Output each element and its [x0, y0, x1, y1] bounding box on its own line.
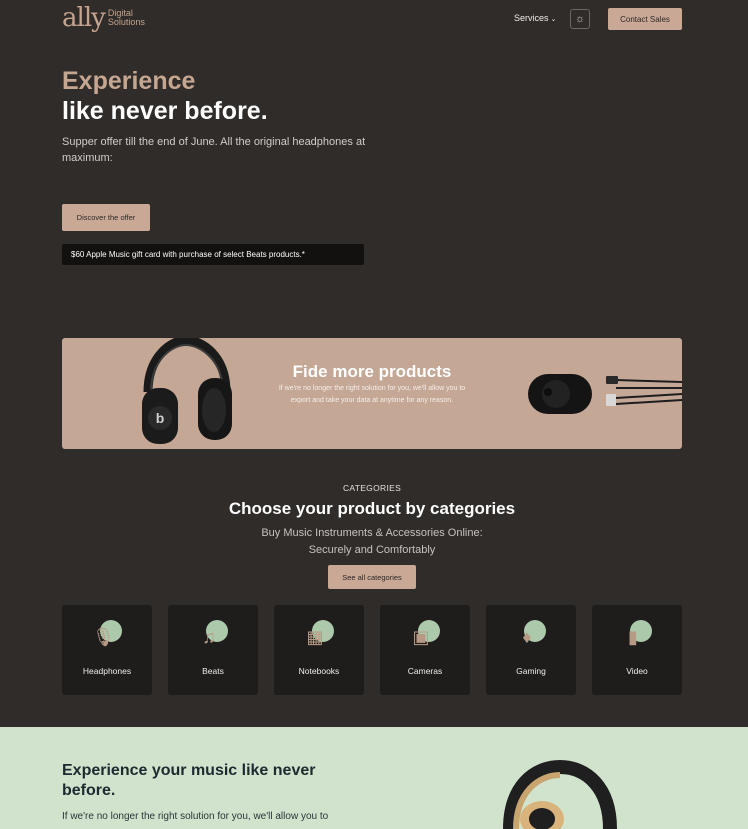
banner-text: If we're no longer the right solution fo…: [278, 385, 466, 404]
categories-header: CATEGORIES Choose your product by catego…: [62, 480, 682, 589]
logo[interactable]: ally Digital Solutions: [62, 5, 145, 31]
categories-subtitle: Buy Music Instruments & Accessories Onli…: [62, 525, 682, 559]
hero-subtitle: Supper offer till the end of June. All t…: [62, 136, 366, 164]
video-icon: ▮: [622, 620, 652, 650]
category-label: Cameras: [407, 666, 443, 676]
gift-card-notice: $60 Apple Music gift card with purchase …: [62, 244, 364, 265]
camera-icon: ▣: [410, 620, 440, 650]
theme-toggle-button[interactable]: ☼: [570, 9, 590, 29]
category-card-cameras[interactable]: ▣ Cameras: [380, 605, 470, 695]
hero-accent: Experience: [62, 67, 196, 95]
banner-title: Fide more products: [292, 362, 452, 381]
logo-line-2: Solutions: [107, 17, 145, 27]
category-grid: 🎙 Headphones ♫ Beats ▦ Notebooks ▣ Camer…: [62, 605, 682, 695]
svg-text:b: b: [156, 410, 165, 426]
category-label: Beats: [202, 666, 224, 676]
chevron-down-icon: ⌄: [550, 16, 557, 23]
category-card-headphones[interactable]: 🎙 Headphones: [62, 605, 152, 695]
services-menu[interactable]: Services ⌄: [514, 13, 556, 23]
category-card-beats[interactable]: ♫ Beats: [168, 605, 258, 695]
experience-text: If we're no longer the right solution fo…: [62, 811, 329, 822]
category-card-gaming[interactable]: ♦ Gaming: [486, 605, 576, 695]
music-note-icon: ♫: [198, 620, 228, 650]
speaker-and-cable-image: [528, 374, 682, 414]
gamepad-icon: ♦: [516, 620, 546, 650]
category-label: Gaming: [516, 666, 546, 676]
promo-banner: b Fide more products If we're no longer …: [62, 338, 682, 449]
hero-section: Experience like never before. Supper off…: [62, 66, 682, 276]
category-card-video[interactable]: ▮ Video: [592, 605, 682, 695]
see-all-categories-button[interactable]: See all categories: [328, 565, 416, 589]
experience-section: Experience your music like never before.…: [0, 727, 748, 829]
category-card-notebooks[interactable]: ▦ Notebooks: [274, 605, 364, 695]
logo-text: Digital Solutions: [108, 9, 145, 27]
headphones-image: b: [142, 338, 232, 444]
categories-subtitle-line-1: Buy Music Instruments & Accessories Onli…: [261, 527, 483, 539]
contact-sales-button[interactable]: Contact Sales: [608, 8, 682, 30]
categories-subtitle-line-2: Securely and Comfortably: [308, 544, 436, 556]
laptop-icon: ▦: [304, 620, 334, 650]
categories-eyebrow: CATEGORIES: [342, 483, 402, 493]
experience-title: Experience your music like never before.: [62, 762, 316, 799]
categories-title: Choose your product by categories: [228, 499, 516, 518]
microphone-icon: 🎙: [92, 620, 122, 650]
logo-mark: ally: [62, 3, 106, 33]
discover-offer-button[interactable]: Discover the offer: [62, 204, 150, 231]
hero-title: like never before.: [62, 97, 268, 125]
headphones-image: [503, 759, 617, 829]
banner-content: Fide more products If we're no longer th…: [272, 362, 472, 407]
services-label: Services: [514, 13, 549, 23]
category-label: Video: [626, 666, 648, 676]
sun-icon: ☼: [574, 13, 586, 25]
category-label: Notebooks: [298, 666, 340, 676]
category-label: Headphones: [82, 666, 132, 676]
header: ally Digital Solutions Services ⌄ ☼ Conta…: [62, 0, 682, 38]
